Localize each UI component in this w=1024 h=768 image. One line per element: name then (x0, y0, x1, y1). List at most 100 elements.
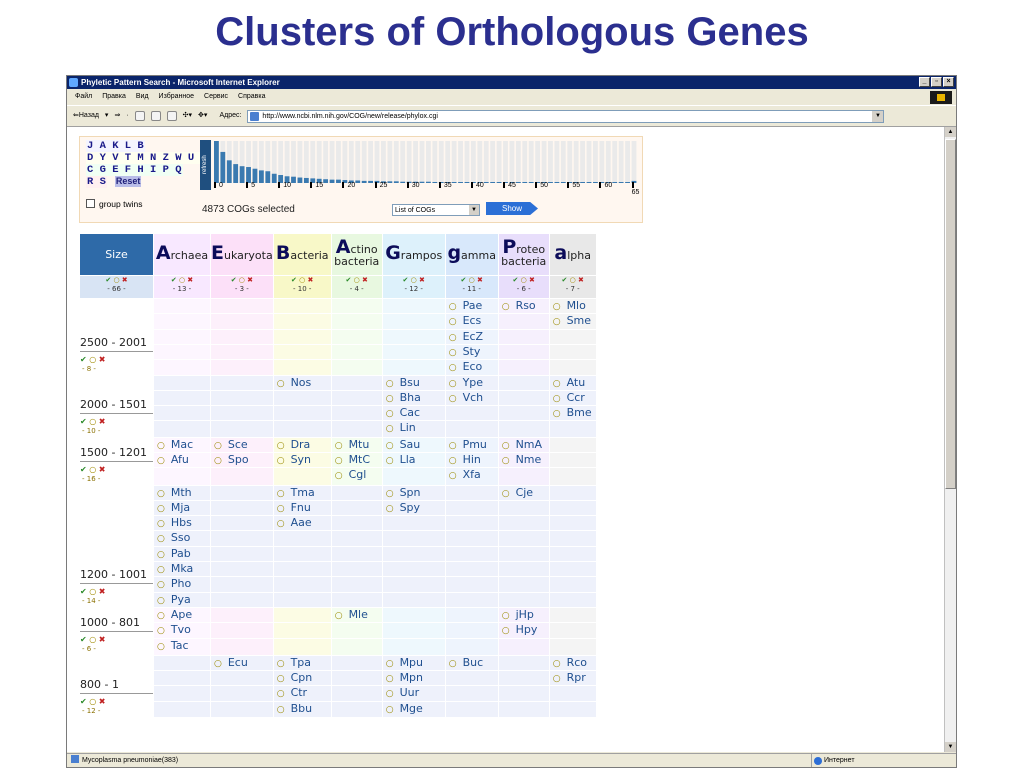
group-toggle[interactable]: ✔ ○ ✖ - 66 - (79, 275, 154, 299)
genome-item[interactable]: Cac (382, 406, 445, 422)
close-icon[interactable]: × (943, 77, 954, 87)
address-bar[interactable]: http://www.ncbi.nlm.nih.gov/COG/new/rele… (247, 109, 885, 123)
group-header[interactable]: Proteo bacteria (497, 233, 550, 276)
genome-item[interactable]: Spo (211, 453, 273, 469)
forward-icon[interactable]: ⇒ (114, 105, 120, 127)
histogram-bar[interactable] (233, 164, 239, 183)
scroll-thumb[interactable] (945, 139, 956, 489)
group-header[interactable]: alpha (548, 233, 597, 276)
genome-item[interactable]: Sme (549, 314, 596, 330)
letters-row-4[interactable]: R S (86, 176, 107, 188)
letters-row-2[interactable]: D Y V T M N Z W U O (86, 152, 208, 164)
genome-item[interactable]: Mge (383, 702, 445, 716)
group-header[interactable]: Bacteria (272, 233, 332, 276)
genome-item[interactable]: Mle (331, 608, 382, 624)
genome-item[interactable]: Sce (211, 438, 273, 453)
genome-item[interactable]: Bbu (274, 702, 331, 716)
menu-tools[interactable]: Сервис (204, 90, 228, 104)
back-dropdown-icon[interactable]: ▾ (105, 105, 109, 127)
histogram-bar[interactable] (226, 160, 232, 183)
genome-item[interactable]: Bha (382, 391, 445, 407)
reset-button[interactable]: Reset (114, 176, 142, 187)
genome-item[interactable]: Rpr (549, 671, 596, 687)
genome-item[interactable]: Pab (154, 547, 210, 563)
scroll-up-icon[interactable]: ▲ (945, 127, 956, 137)
size-range-label[interactable]: 1200 - 1001 (80, 568, 153, 584)
genome-item[interactable]: Rco (549, 656, 596, 672)
genome-item[interactable]: Mpu (382, 656, 445, 672)
genome-item[interactable]: Ctr (273, 686, 331, 702)
forward-dropdown-icon[interactable]: · (126, 105, 128, 127)
histogram-bar[interactable] (252, 168, 258, 183)
genome-item[interactable]: EcZ (445, 330, 498, 345)
genome-item[interactable]: Ecs (445, 314, 498, 330)
group-twins[interactable]: group twins (86, 199, 142, 209)
group-header[interactable]: Actino bacteria (330, 233, 383, 276)
size-range-label[interactable]: 2000 - 1501 (80, 398, 153, 414)
genome-item[interactable]: Eco (446, 360, 498, 374)
genome-item[interactable]: Spy (382, 501, 445, 517)
genome-item[interactable]: Sso (154, 531, 210, 547)
menu-edit[interactable]: Правка (102, 90, 126, 104)
genome-item[interactable]: Tpa (273, 656, 331, 672)
size-toggle-icons[interactable]: ✔ ○ ✖ (80, 587, 153, 597)
menu-help[interactable]: Справка (238, 90, 265, 104)
menu-favorites[interactable]: Избранное (159, 90, 194, 104)
size-toggle-icons[interactable]: ✔ ○ ✖ (80, 417, 153, 427)
genome-item[interactable]: Ccr (549, 391, 596, 407)
histogram-bar[interactable] (220, 151, 226, 183)
menu-view[interactable]: Вид (136, 90, 149, 104)
group-header[interactable]: Archaea (153, 233, 211, 276)
minimize-icon[interactable]: _ (919, 77, 930, 87)
genome-item[interactable]: Hpy (498, 623, 549, 639)
genome-item[interactable]: Afu (154, 453, 210, 469)
genome-item[interactable]: Pae (445, 299, 498, 315)
stop-icon[interactable] (134, 111, 145, 121)
media-icon[interactable]: ✣▾ (183, 105, 192, 127)
size-range-label[interactable]: 800 - 1 (80, 678, 153, 695)
group-header[interactable]: Eukaryota (210, 233, 274, 276)
group-toggle[interactable]: ✔ ○ ✖ - 11 - (444, 275, 499, 299)
output-select-dropdown-icon[interactable]: ▼ (469, 205, 479, 215)
size-toggle-icons[interactable]: ✔ ○ ✖ (80, 635, 153, 645)
genome-item[interactable]: Tvo (154, 623, 210, 639)
address-dropdown-icon[interactable]: ▼ (872, 110, 884, 122)
size-range-label[interactable]: 1500 - 1201 (80, 446, 153, 462)
genome-item[interactable]: Mlo (549, 299, 596, 315)
scroll-down-icon[interactable]: ▼ (945, 742, 956, 752)
group-toggle[interactable]: ✔ ○ ✖ - 3 - (210, 275, 274, 299)
size-header[interactable]: Size (79, 233, 154, 276)
maximize-icon[interactable]: ▫ (931, 77, 942, 87)
refresh-button[interactable]: refresh (200, 140, 211, 190)
genome-item[interactable]: Pmu (445, 438, 498, 453)
size-range-label[interactable]: 2500 - 2001 (80, 336, 153, 352)
histogram-bar[interactable] (239, 166, 245, 183)
letters-row-1[interactable]: J A K L B (86, 140, 145, 152)
letters-row-3[interactable]: C G E F H I P Q (86, 164, 183, 176)
size-toggle-icons[interactable]: ✔ ○ ✖ (80, 355, 153, 365)
genome-item[interactable]: MtC (331, 453, 382, 469)
genome-item[interactable]: Mka (154, 562, 210, 578)
genome-item[interactable]: Bsu (382, 376, 445, 391)
genome-item[interactable]: Lin (383, 421, 445, 435)
genome-item[interactable]: Tac (154, 639, 210, 653)
genome-item[interactable]: Tma (273, 486, 331, 501)
genome-item[interactable]: Mth (154, 486, 210, 501)
genome-item[interactable]: Buc (445, 656, 498, 672)
genome-item[interactable]: Pho (154, 577, 210, 593)
group-twins-checkbox[interactable] (86, 199, 95, 208)
genome-item[interactable]: Uur (382, 686, 445, 702)
genome-item[interactable]: Ape (154, 608, 210, 624)
size-range-label[interactable]: 1000 - 801 (80, 616, 153, 632)
genome-item[interactable]: Cpn (273, 671, 331, 687)
genome-item[interactable]: Dra (273, 438, 331, 453)
group-toggle[interactable]: ✔ ○ ✖ - 4 - (330, 275, 383, 299)
genome-item[interactable]: Pya (154, 593, 210, 607)
genome-item[interactable]: Cje (498, 486, 549, 501)
group-header[interactable]: Grampos (381, 233, 446, 276)
group-toggle[interactable]: ✔ ○ ✖ - 12 - (381, 275, 446, 299)
genome-item[interactable]: Nos (273, 376, 331, 391)
genome-item[interactable]: Mpn (382, 671, 445, 687)
genome-item[interactable]: Ecu (211, 656, 273, 672)
tools-icon[interactable]: ✥▾ (198, 105, 207, 127)
